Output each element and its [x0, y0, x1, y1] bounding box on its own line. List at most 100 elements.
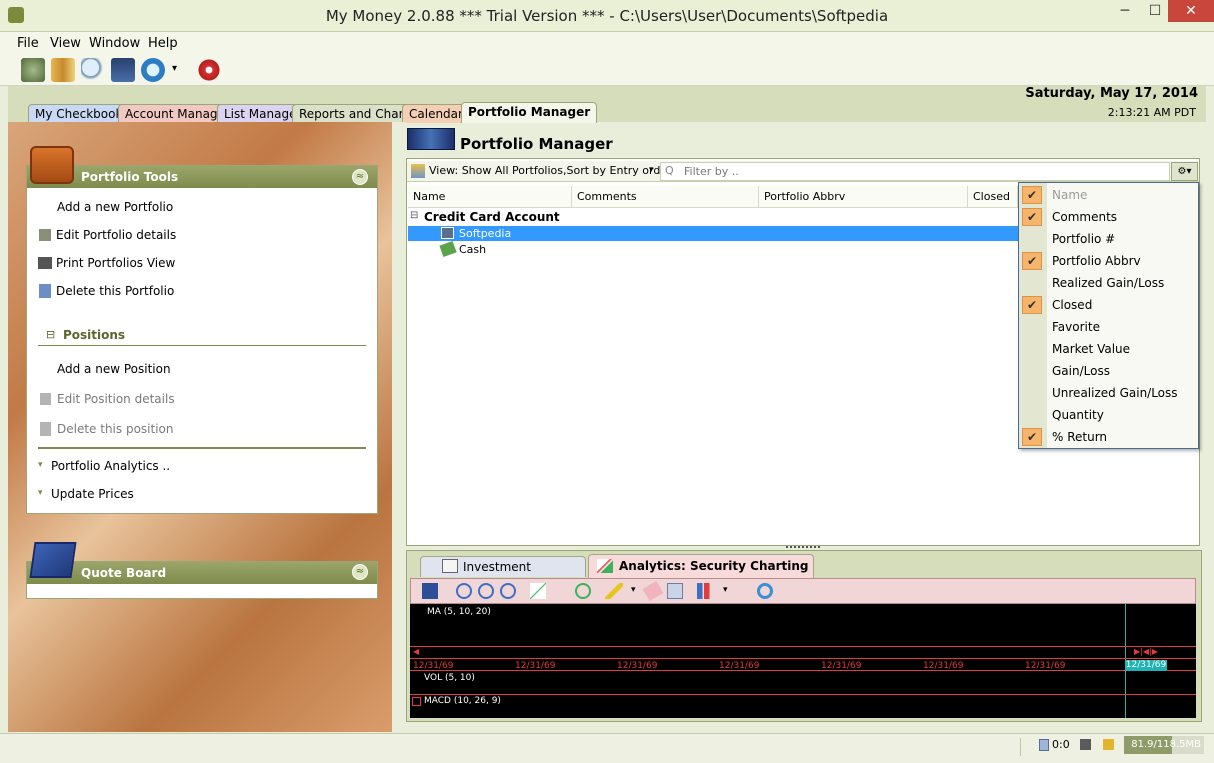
menu-window[interactable]: Window: [89, 36, 140, 51]
menu-file[interactable]: File: [17, 36, 39, 51]
tab-portfolio-manager[interactable]: Portfolio Manager: [461, 102, 598, 123]
delete-portfolio-link[interactable]: Delete this Portfolio: [56, 284, 174, 298]
toolbar: [0, 54, 1214, 86]
check-icon: ✔: [1022, 428, 1042, 446]
check-icon: ✔: [1022, 186, 1042, 204]
date-tick-label: 12/31/69: [413, 661, 454, 671]
record-counter: 0:0: [1052, 738, 1070, 751]
chevron-down-icon[interactable]: ▾: [723, 585, 728, 595]
column-option[interactable]: Comments: [1052, 210, 1117, 224]
column-option[interactable]: Gain/Loss: [1052, 364, 1110, 378]
status-divider: [1020, 738, 1021, 756]
indicator-icon[interactable]: [530, 583, 546, 599]
chevron-down-icon[interactable]: ▾: [649, 165, 654, 175]
group-header[interactable]: Credit Card Account: [424, 210, 560, 224]
vol-label: VOL (5, 10): [424, 673, 475, 683]
divider: [38, 447, 366, 449]
tab-analytics-charting[interactable]: Analytics: Security Charting Tools: [588, 554, 814, 596]
zoom-out-icon[interactable]: [478, 583, 494, 599]
disk-icon[interactable]: [1080, 739, 1091, 750]
cursor-date-badge: 12/31/69: [1125, 660, 1167, 671]
column-header-comments[interactable]: Comments: [572, 186, 759, 208]
check-icon: ✔: [1022, 252, 1042, 270]
chart-tab-icon: [597, 559, 613, 573]
save-icon[interactable]: [422, 583, 438, 599]
portfolio-analytics-link[interactable]: Portfolio Analytics ..: [51, 459, 170, 473]
line-icon[interactable]: [553, 583, 569, 599]
tab-my-checkbook[interactable]: My Checkbook: [28, 104, 130, 123]
chart-divider: [410, 658, 1196, 659]
column-option[interactable]: Market Value: [1052, 342, 1130, 356]
add-portfolio-link[interactable]: Add a new Portfolio: [57, 200, 173, 214]
menu-help[interactable]: Help: [148, 36, 178, 51]
chart-icon[interactable]: [111, 58, 135, 82]
clock-icon[interactable]: [141, 58, 165, 82]
positions-toggle-icon[interactable]: ⊟: [46, 328, 55, 341]
layers-icon[interactable]: [667, 583, 683, 599]
zoom-fit-icon[interactable]: [500, 583, 516, 599]
search-icon: Q: [665, 164, 674, 177]
close-button[interactable]: ✕: [1168, 0, 1214, 22]
column-option[interactable]: Closed: [1052, 298, 1092, 312]
macd-label: MACD (10, 26, 9): [424, 696, 501, 706]
printer-icon: [38, 257, 52, 269]
magnifier-icon[interactable]: [81, 58, 105, 82]
row-cash[interactable]: Cash: [459, 243, 486, 256]
column-option[interactable]: Portfolio Abbrv: [1052, 254, 1141, 268]
minimize-button[interactable]: ─: [1110, 0, 1140, 22]
column-settings-button[interactable]: ⚙▾: [1171, 162, 1198, 181]
edit-portfolio-link[interactable]: Edit Portfolio details: [56, 228, 176, 242]
column-option[interactable]: Portfolio #: [1052, 232, 1115, 246]
column-option[interactable]: Name: [1052, 188, 1087, 202]
macd-checkbox[interactable]: [412, 697, 421, 706]
crosshair-icon[interactable]: [575, 583, 591, 599]
horizontal-splitter[interactable]: [786, 546, 820, 549]
scroll-left-icon[interactable]: ◀: [413, 647, 419, 656]
filter-placeholder: Filter by ..: [684, 165, 739, 178]
bar-chart-icon[interactable]: [697, 583, 715, 599]
column-option[interactable]: Quantity: [1052, 408, 1104, 422]
portfolio-tools-collapse-button[interactable]: ≈: [352, 169, 368, 185]
column-option[interactable]: Unrealized Gain/Loss: [1052, 386, 1178, 400]
menu-view[interactable]: View: [50, 36, 81, 51]
date-tick-label: 12/31/69: [617, 661, 658, 671]
memory-usage-bar: 81.9/118.5MB: [1124, 736, 1204, 754]
vertical-splitter[interactable]: [392, 122, 406, 732]
scroll-right-icon[interactable]: ▶|◀|▶: [1134, 647, 1158, 656]
lock-icon[interactable]: [1103, 739, 1114, 750]
column-option[interactable]: Realized Gain/Loss: [1052, 276, 1164, 290]
window-title: My Money 2.0.88 *** Trial Version *** - …: [325, 7, 889, 25]
edit-icon: [40, 393, 51, 405]
column-header-portfolio-abbrv[interactable]: Portfolio Abbrv: [759, 186, 968, 208]
group-toggle-icon[interactable]: ⊟: [410, 210, 418, 221]
date-label: Saturday, May 17, 2014: [1025, 86, 1198, 101]
view-selector[interactable]: View: Show All Portfolios,Sort by Entry …: [429, 164, 672, 177]
chevron-down-icon[interactable]: ▾: [631, 585, 636, 595]
column-header-closed[interactable]: Closed: [968, 186, 1018, 208]
zoom-in-icon[interactable]: [456, 583, 472, 599]
column-option[interactable]: % Return: [1052, 430, 1107, 444]
delete-position-link[interactable]: Delete this position: [57, 422, 173, 436]
globe-icon[interactable]: [21, 58, 45, 82]
date-tick-label: 12/31/69: [719, 661, 760, 671]
title-bar: My Money 2.0.88 *** Trial Version *** - …: [0, 0, 1214, 32]
column-header-name[interactable]: Name: [408, 186, 572, 208]
tab-calendar[interactable]: Calendar: [402, 104, 470, 123]
maximize-button[interactable]: ☐: [1140, 0, 1170, 22]
portfolio-icon: [441, 227, 454, 239]
dropdown-arrow-icon[interactable]: ▾: [172, 63, 177, 74]
add-position-link[interactable]: Add a new Position: [57, 362, 171, 376]
menu-bar: [0, 32, 1214, 54]
date-tick-label: 12/31/69: [515, 661, 556, 671]
print-portfolios-link[interactable]: Print Portfolios View: [56, 256, 175, 270]
gear-icon[interactable]: [197, 58, 221, 82]
refresh-icon[interactable]: [757, 583, 773, 599]
pen-icon[interactable]: [605, 583, 623, 599]
column-option[interactable]: Favorite: [1052, 320, 1100, 334]
quote-board-collapse-button[interactable]: ≈: [352, 564, 368, 580]
update-prices-link[interactable]: Update Prices: [51, 487, 134, 501]
date-tick-label: 12/31/69: [821, 661, 862, 671]
row-softpedia[interactable]: Softpedia: [459, 227, 511, 240]
edit-position-link[interactable]: Edit Position details: [57, 392, 175, 406]
books-icon[interactable]: [51, 58, 75, 82]
